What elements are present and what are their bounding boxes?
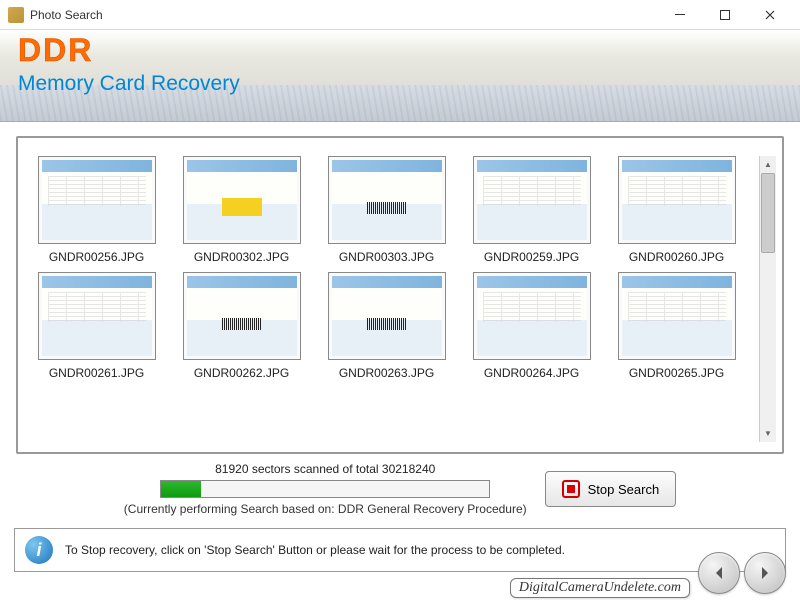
info-icon: i <box>25 536 53 564</box>
thumbnail-label: GNDR00303.JPG <box>339 250 434 264</box>
scrollbar-vertical[interactable]: ▲ ▼ <box>759 156 776 442</box>
stop-button-label: Stop Search <box>588 482 660 497</box>
thumbnail-image[interactable] <box>473 272 591 360</box>
thumbnail-item[interactable]: GNDR00259.JPG <box>469 156 594 264</box>
thumbnail-label: GNDR00260.JPG <box>629 250 724 264</box>
thumbnail-image[interactable] <box>328 272 446 360</box>
progress-note: (Currently performing Search based on: D… <box>124 502 527 516</box>
thumbnail-image[interactable] <box>38 272 156 360</box>
app-icon <box>8 7 24 23</box>
close-button[interactable] <box>747 1 792 29</box>
thumbnail-item[interactable]: GNDR00256.JPG <box>34 156 159 264</box>
thumbnail-item[interactable]: GNDR00262.JPG <box>179 272 304 380</box>
minimize-button[interactable] <box>657 1 702 29</box>
thumbnail-item[interactable]: GNDR00265.JPG <box>614 272 739 380</box>
titlebar: Photo Search <box>0 0 800 30</box>
progress-fill <box>161 481 200 497</box>
thumbnail-image[interactable] <box>618 272 736 360</box>
thumbnail-image[interactable] <box>328 156 446 244</box>
thumbnail-item[interactable]: GNDR00263.JPG <box>324 272 449 380</box>
thumbnail-image[interactable] <box>618 156 736 244</box>
progress-area: 81920 sectors scanned of total 30218240 … <box>16 462 784 516</box>
watermark: DigitalCameraUndelete.com <box>510 578 690 598</box>
stop-search-button[interactable]: Stop Search <box>545 471 677 507</box>
thumbnail-label: GNDR00265.JPG <box>629 366 724 380</box>
thumbnail-item[interactable]: GNDR00303.JPG <box>324 156 449 264</box>
next-button[interactable] <box>744 552 786 594</box>
thumbnail-label: GNDR00262.JPG <box>194 366 289 380</box>
main-panel: GNDR00256.JPG GNDR00302.JPG GNDR00303.JPG G… <box>0 122 800 522</box>
progress-status: 81920 sectors scanned of total 30218240 <box>215 462 435 476</box>
window-title: Photo Search <box>30 8 657 22</box>
scroll-down-icon[interactable]: ▼ <box>760 425 776 442</box>
scrollbar-thumb[interactable] <box>761 173 775 253</box>
scroll-up-icon[interactable]: ▲ <box>760 156 776 173</box>
thumbnail-item[interactable]: GNDR00260.JPG <box>614 156 739 264</box>
prev-button[interactable] <box>698 552 740 594</box>
thumbnail-label: GNDR00263.JPG <box>339 366 434 380</box>
maximize-button[interactable] <box>702 1 747 29</box>
thumbnail-item[interactable]: GNDR00264.JPG <box>469 272 594 380</box>
banner: DDR Memory Card Recovery <box>0 30 800 122</box>
stop-icon <box>562 480 580 498</box>
thumbnail-label: GNDR00302.JPG <box>194 250 289 264</box>
thumbnail-item[interactable]: GNDR00261.JPG <box>34 272 159 380</box>
thumbnail-grid: GNDR00256.JPG GNDR00302.JPG GNDR00303.JPG G… <box>16 136 784 454</box>
thumbnail-label: GNDR00259.JPG <box>484 250 579 264</box>
footer-text: To Stop recovery, click on 'Stop Search'… <box>65 543 565 557</box>
thumbnail-label: GNDR00256.JPG <box>49 250 144 264</box>
thumbnail-label: GNDR00261.JPG <box>49 366 144 380</box>
thumbnail-image[interactable] <box>38 156 156 244</box>
thumbnail-image[interactable] <box>183 156 301 244</box>
logo: DDR <box>18 34 782 66</box>
footer-hint: i To Stop recovery, click on 'Stop Searc… <box>14 528 786 572</box>
banner-subtitle: Memory Card Recovery <box>18 72 782 96</box>
thumbnail-item[interactable]: GNDR00302.JPG <box>179 156 304 264</box>
thumbnail-image[interactable] <box>473 156 591 244</box>
progress-bar <box>160 480 490 498</box>
thumbnail-label: GNDR00264.JPG <box>484 366 579 380</box>
thumbnail-image[interactable] <box>183 272 301 360</box>
